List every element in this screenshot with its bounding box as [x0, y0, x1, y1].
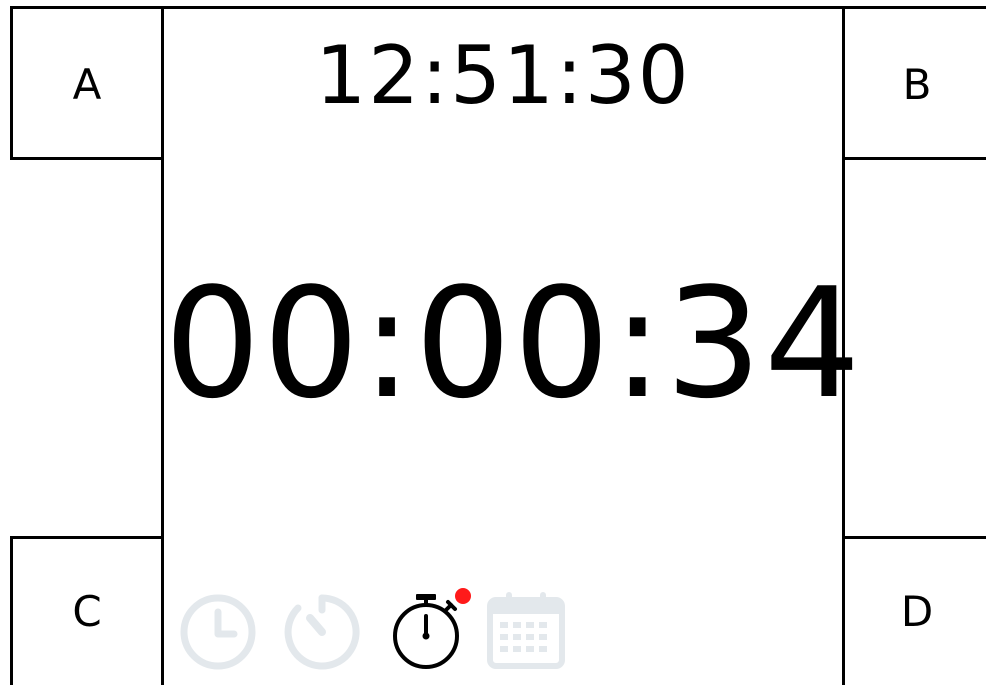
- corner-a-bottom-edge: [10, 157, 164, 160]
- corner-button-c[interactable]: C: [47, 591, 127, 633]
- stopwatch-icon: [393, 594, 459, 669]
- corner-c-top-edge: [10, 536, 164, 539]
- timer-icon: [284, 594, 360, 670]
- calendar-mode-button[interactable]: [486, 588, 570, 672]
- stopwatch-elapsed: 00:00:34: [164, 255, 863, 432]
- calendar-icon: [487, 592, 565, 669]
- clock-icon: [180, 594, 256, 670]
- corner-button-b[interactable]: B: [877, 64, 957, 106]
- watch-face: A B C D 12:51:30 00:00:34: [0, 0, 986, 685]
- corner-b-bottom-edge: [842, 157, 986, 160]
- corner-button-a[interactable]: A: [47, 64, 127, 106]
- timer-mode-button[interactable]: [280, 588, 364, 672]
- corner-button-d[interactable]: D: [877, 591, 957, 633]
- mode-bar: [176, 588, 576, 672]
- stopwatch-mode-button[interactable]: [384, 588, 471, 672]
- running-indicator: [455, 588, 471, 604]
- corner-d-top-edge: [842, 536, 986, 539]
- top-border: [10, 6, 986, 9]
- corner-c-left-edge: [10, 536, 13, 685]
- clock-mode-button[interactable]: [176, 588, 260, 672]
- current-time: 12:51:30: [315, 29, 691, 122]
- corner-a-left-edge: [10, 6, 13, 160]
